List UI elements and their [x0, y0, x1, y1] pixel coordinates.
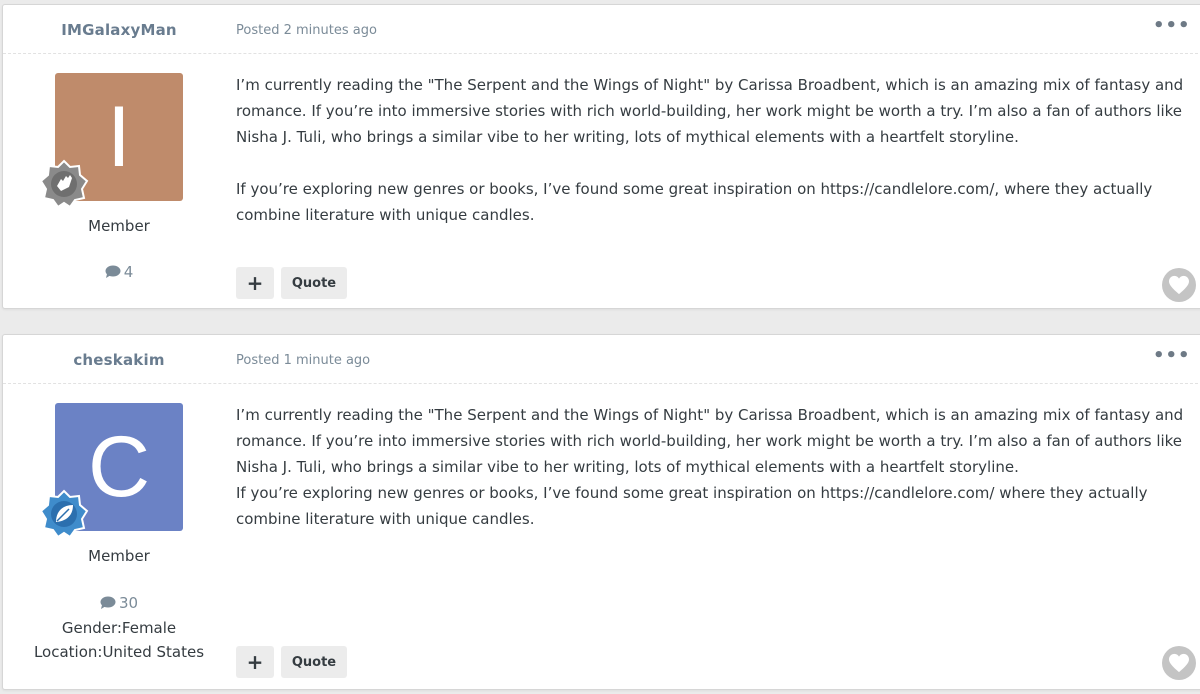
post-content: I’m currently reading the "The Serpent a…: [236, 72, 1186, 228]
post-paragraph: I’m currently reading the "The Serpent a…: [236, 76, 1184, 146]
more-options-button[interactable]: •••: [1153, 15, 1191, 36]
post-paragraph: If you’re exploring new genres or books,…: [236, 484, 1148, 528]
profile-field-location: Location:United States: [33, 643, 205, 661]
comment-icon: [105, 265, 121, 278]
comment-icon: [100, 596, 116, 609]
post-count-value: 4: [123, 263, 134, 281]
like-button[interactable]: [1162, 268, 1196, 302]
post-content: I’m currently reading the "The Serpent a…: [236, 402, 1186, 532]
author-name[interactable]: IMGalaxyMan: [3, 21, 235, 39]
post-count-value: 30: [118, 594, 139, 612]
like-button[interactable]: [1162, 646, 1196, 680]
author-name[interactable]: cheskakim: [3, 351, 235, 369]
post-timestamp[interactable]: Posted 1 minute ago: [236, 353, 370, 368]
quote-button[interactable]: Quote: [281, 267, 347, 299]
member-group: Member: [88, 217, 150, 235]
leaf-badge-icon: [39, 489, 89, 539]
heart-icon: [1169, 653, 1189, 673]
profile-field-gender: Gender:Female: [61, 619, 177, 637]
heart-icon: [1169, 275, 1189, 295]
more-options-button[interactable]: •••: [1153, 345, 1191, 366]
multiquote-button[interactable]: +: [236, 646, 274, 678]
post-paragraph: If you’re exploring new genres or books,…: [236, 180, 1153, 224]
post-paragraph: I’m currently reading the "The Serpent a…: [236, 406, 1184, 476]
post-card: IMGalaxyMan Posted 2 minutes ago ••• I M…: [2, 4, 1200, 309]
post-count[interactable]: 4: [3, 263, 235, 281]
quote-button[interactable]: Quote: [281, 646, 347, 678]
member-group: Member: [88, 547, 150, 565]
hand-badge-icon: [39, 159, 89, 209]
header-divider: [3, 53, 1200, 54]
post-count[interactable]: 30: [3, 594, 235, 612]
post-timestamp[interactable]: Posted 2 minutes ago: [236, 23, 377, 38]
avatar-letter: I: [107, 89, 131, 185]
multiquote-button[interactable]: +: [236, 267, 274, 299]
post-card: cheskakim Posted 1 minute ago ••• C Memb…: [2, 334, 1200, 690]
header-divider: [3, 383, 1200, 384]
avatar-letter: C: [87, 419, 151, 515]
